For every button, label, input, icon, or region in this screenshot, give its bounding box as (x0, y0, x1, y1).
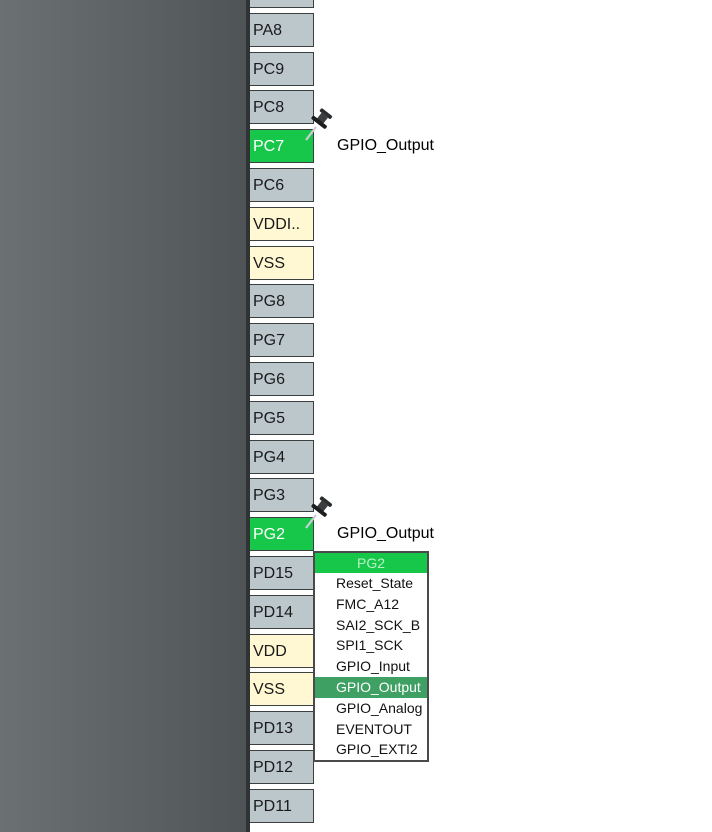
pin-pa8[interactable]: PA8 (250, 12, 314, 47)
pushpin-icon (305, 108, 333, 141)
pin-pd11[interactable]: PD11 (250, 788, 314, 823)
pin-signal-label: GPIO_Output (337, 525, 434, 543)
pin-vddi[interactable]: VDDI.. (250, 206, 314, 241)
chip-body (0, 0, 246, 832)
pin-pg6[interactable]: PG6 (250, 362, 314, 396)
pin-pc6[interactable]: PC6 (250, 168, 314, 202)
pin-menu-item-spi1-sck[interactable]: SPI1_SCK (315, 635, 427, 656)
pin-menu-item-eventout[interactable]: EVENTOUT (315, 719, 427, 740)
pin-menu-item-fmc-a12[interactable]: FMC_A12 (315, 594, 427, 615)
pin-menu-item-gpio-analog[interactable]: GPIO_Analog (315, 698, 427, 719)
pin-menu-item-reset-state[interactable]: Reset_State (315, 573, 427, 594)
pin-menu-item-gpio-output[interactable]: GPIO_Output (315, 676, 427, 698)
pin-pg5[interactable]: PG5 (250, 400, 314, 435)
pin-vss[interactable]: VSS (250, 672, 314, 707)
pushpin-icon (305, 496, 333, 529)
pin-pd14[interactable]: PD14 (250, 594, 314, 629)
pin-menu-title: PG2 (315, 553, 427, 573)
pin-vdd[interactable]: VDD (250, 633, 314, 668)
pin-pa9[interactable]: PA9 (250, 0, 314, 8)
pin-pd12[interactable]: PD12 (250, 750, 314, 784)
pin-pg4[interactable]: PG4 (250, 439, 314, 474)
pin-pc9[interactable]: PC9 (250, 51, 314, 86)
pin-menu-item-gpio-exti2[interactable]: GPIO_EXTI2 (315, 739, 427, 760)
pin-pd15[interactable]: PD15 (250, 556, 314, 590)
pin-menu-items: Reset_State FMC_A12 SAI2_SCK_B SPI1_SCK GPIO… (315, 573, 427, 760)
pin-function-menu[interactable]: PG2 Reset_State FMC_A12 SAI2_SCK_B SPI1_SCK… (313, 551, 429, 762)
pin-vss[interactable]: VSS (250, 245, 314, 280)
pin-menu-item-sai2-sck-b[interactable]: SAI2_SCK_B (315, 615, 427, 636)
pin-menu-item-gpio-input[interactable]: GPIO_Input (315, 656, 427, 677)
pin-pg7[interactable]: PG7 (250, 323, 314, 358)
pin-pd13[interactable]: PD13 (250, 711, 314, 746)
pin-pg8[interactable]: PG8 (250, 284, 314, 319)
pin-signal-label: GPIO_Output (337, 137, 434, 155)
